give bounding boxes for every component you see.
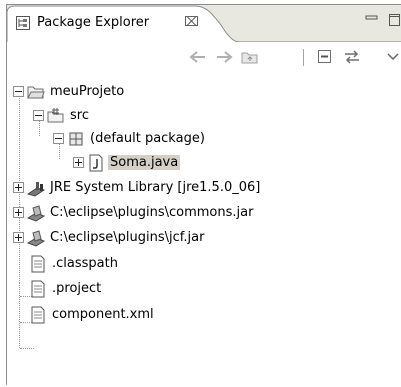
tree-item-label: src <box>70 108 89 123</box>
collapse-toggle[interactable] <box>53 133 64 144</box>
tree-item-label: .project <box>52 281 102 296</box>
link-with-editor-button[interactable] <box>341 46 363 68</box>
tree-item-label: component.xml <box>52 307 154 322</box>
tab-package-explorer[interactable]: Package Explorer ⌧ <box>7 5 239 42</box>
expand-toggle[interactable] <box>13 207 24 218</box>
tree-item-project[interactable]: meuProjeto <box>13 80 124 103</box>
tree-item-component-xml[interactable]: component.xml <box>26 303 154 326</box>
minimize-icon[interactable] <box>365 13 379 31</box>
up-button[interactable] <box>239 46 261 68</box>
tree-item-commons-jar[interactable]: C:\eclipse\plugins\commons.jar <box>13 201 253 224</box>
collapse-all-button[interactable] <box>314 46 336 68</box>
view-toolbar <box>7 42 401 70</box>
tree-item-label: JRE System Library [jre1.5.0_06] <box>50 180 261 195</box>
tree-item-src[interactable]: src <box>33 104 89 127</box>
collapse-toggle[interactable] <box>13 86 24 97</box>
source-folder-icon <box>47 107 64 122</box>
chevron-down-icon <box>387 53 399 61</box>
forward-button[interactable] <box>213 46 235 68</box>
maximize-icon[interactable] <box>388 13 401 31</box>
tree-item-jre-library[interactable]: JRE System Library [jre1.5.0_06] <box>13 176 260 199</box>
jar-icon <box>27 204 45 222</box>
view-tab-bar: Package Explorer ⌧ <box>7 5 401 42</box>
tree-item-jcf-jar[interactable]: C:\eclipse\plugins\jcf.jar <box>13 226 204 249</box>
tree-item-label: C:\eclipse\plugins\commons.jar <box>50 205 254 220</box>
tree-item-project-file[interactable]: .project <box>26 277 101 300</box>
tree-item-label: C:\eclipse\plugins\jcf.jar <box>50 230 205 245</box>
arrow-right-icon <box>217 51 233 63</box>
java-file-icon <box>89 154 103 171</box>
link-editor-icon <box>345 50 359 64</box>
tree-guide-line <box>19 283 21 348</box>
arrow-left-icon <box>189 51 205 63</box>
project-folder-icon <box>27 86 45 98</box>
tree-guide-line <box>20 348 34 350</box>
package-icon <box>69 132 83 145</box>
expand-toggle[interactable] <box>73 157 84 168</box>
tree-item-classpath[interactable]: .classpath <box>26 252 118 275</box>
tree-item-default-package[interactable]: (default package) <box>53 127 205 150</box>
tree-item-label: meuProjeto <box>50 84 125 99</box>
view-menu-button[interactable] <box>383 46 401 68</box>
package-explorer-icon <box>16 16 30 34</box>
tab-title: Package Explorer <box>37 15 150 30</box>
file-icon <box>31 306 45 323</box>
project-tree: meuProjeto src (default package) Soma.ja… <box>7 71 401 385</box>
expand-toggle[interactable] <box>13 232 24 243</box>
expand-toggle[interactable] <box>13 182 24 193</box>
library-icon <box>27 181 45 197</box>
jar-icon <box>27 229 45 247</box>
file-icon <box>31 280 45 297</box>
back-button[interactable] <box>187 46 209 68</box>
up-folder-icon <box>241 52 258 64</box>
file-icon <box>31 255 45 272</box>
toolbar-separator <box>303 49 304 66</box>
tree-item-soma-java[interactable]: Soma.java <box>73 151 181 174</box>
tree-item-label: (default package) <box>90 131 205 146</box>
collapse-toggle[interactable] <box>33 110 44 121</box>
close-icon[interactable]: ⌧ <box>184 15 199 30</box>
tree-item-label: Soma.java <box>108 155 181 170</box>
collapse-all-icon <box>318 50 331 63</box>
package-explorer-view: Package Explorer ⌧ meuProjeto src (defau… <box>6 4 401 385</box>
tree-item-label: .classpath <box>52 256 118 271</box>
